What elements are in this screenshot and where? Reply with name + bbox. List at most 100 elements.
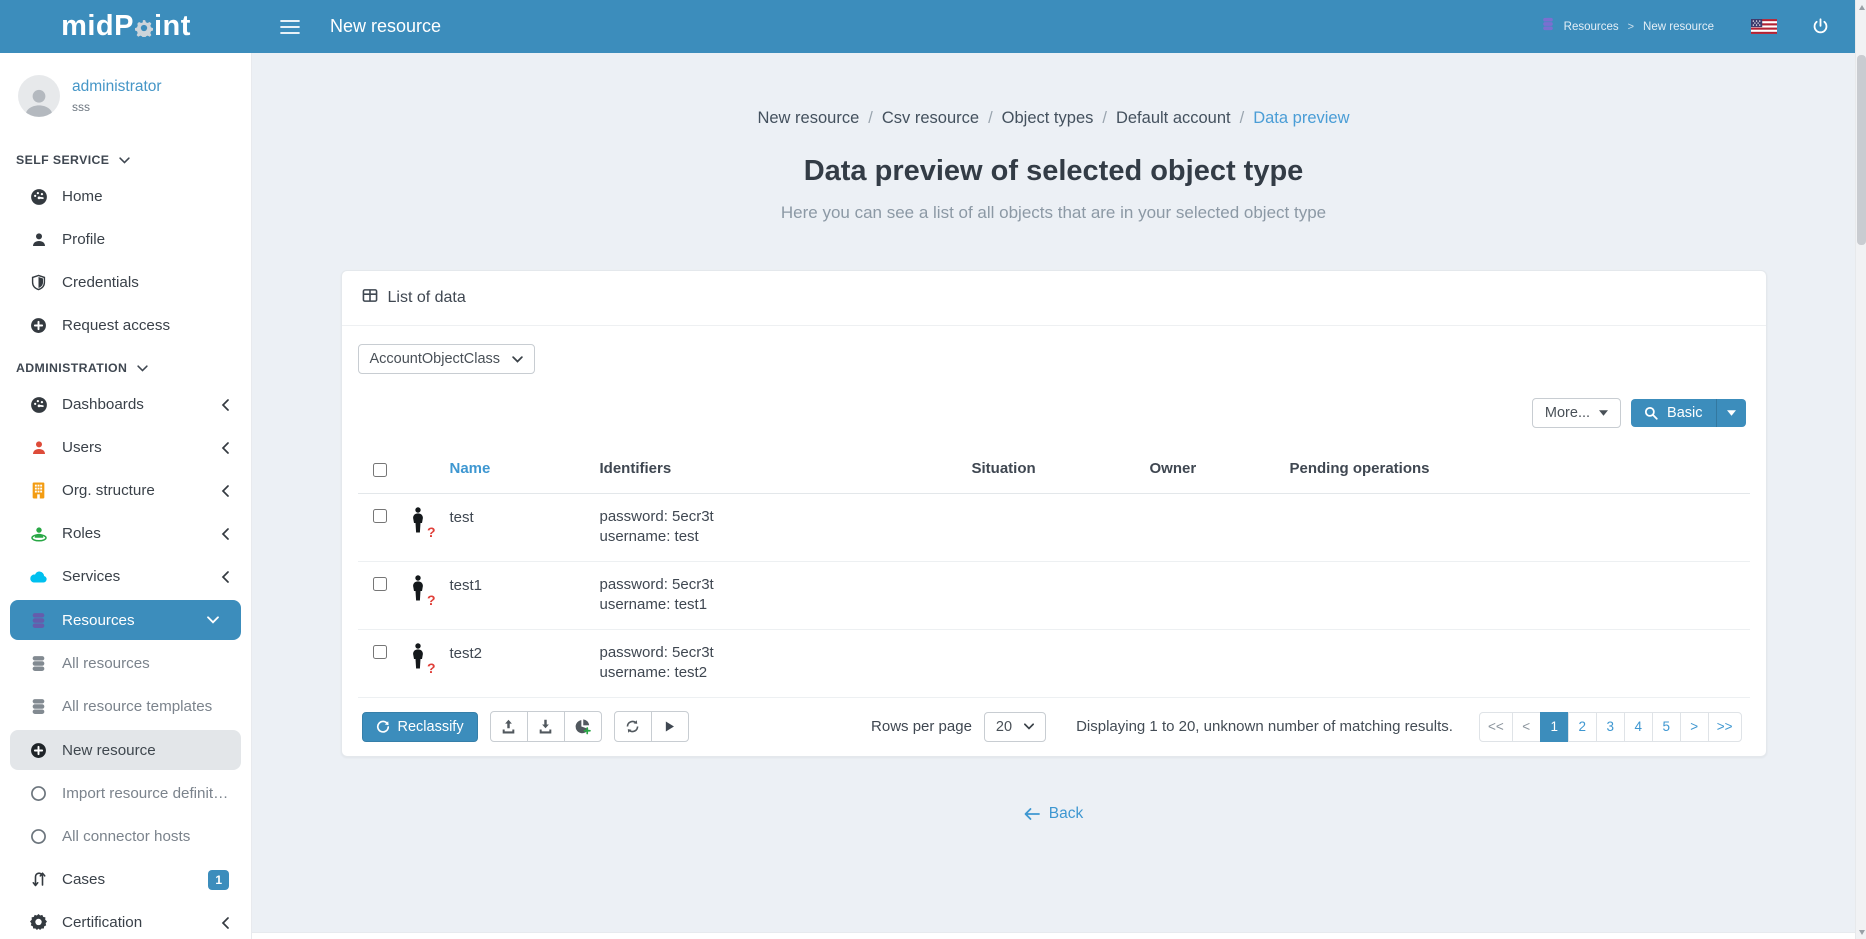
upload-button[interactable] bbox=[490, 711, 528, 742]
refresh-button[interactable] bbox=[614, 711, 652, 742]
chevron-left-icon bbox=[221, 571, 229, 583]
column-header-identifiers: Identifiers bbox=[600, 460, 972, 477]
sidebar-item-roles[interactable]: Roles bbox=[0, 512, 251, 555]
identifier-username: username: test1 bbox=[600, 595, 972, 615]
wizard-step-new-resource[interactable]: New resource bbox=[757, 109, 859, 128]
play-button[interactable] bbox=[651, 711, 689, 742]
page-next-button[interactable]: > bbox=[1680, 712, 1709, 742]
row-checkbox[interactable] bbox=[373, 577, 387, 591]
sidebar-item-import-resource-definition[interactable]: Import resource definit… bbox=[0, 772, 251, 815]
table-icon bbox=[362, 288, 378, 308]
row-checkbox[interactable] bbox=[373, 645, 387, 659]
locale-flag-us-icon[interactable] bbox=[1751, 19, 1777, 34]
rotate-refresh-icon bbox=[376, 720, 390, 734]
menu-toggle-button[interactable] bbox=[280, 19, 300, 35]
sidebar-item-new-resource[interactable]: New resource bbox=[10, 730, 241, 770]
row-identifiers: password: 5ecr3t username: test1 bbox=[600, 575, 972, 615]
more-filters-button[interactable]: More... bbox=[1532, 398, 1621, 428]
upload-icon bbox=[501, 719, 516, 734]
midpoint-app: midP int New resource Resources > New re… bbox=[0, 0, 1866, 939]
scrollbar-down-arrow[interactable] bbox=[1856, 925, 1866, 939]
refresh-button-group bbox=[614, 711, 689, 742]
basic-search-button[interactable]: Basic bbox=[1631, 399, 1715, 427]
hamburger-icon bbox=[280, 19, 300, 35]
scrollbar-thumb[interactable] bbox=[1857, 55, 1866, 245]
sidebar-item-all-connector-hosts[interactable]: All connector hosts bbox=[0, 815, 251, 858]
sidebar-item-certification[interactable]: Certification bbox=[0, 901, 251, 939]
sidebar-item-cases[interactable]: Cases 1 bbox=[0, 858, 251, 901]
chevron-down-icon bbox=[512, 356, 523, 363]
create-report-button[interactable] bbox=[564, 711, 602, 742]
sidebar-item-all-resources[interactable]: All resources bbox=[0, 642, 251, 685]
scrollbar-up-arrow[interactable] bbox=[1856, 0, 1866, 14]
row-name-link[interactable]: test1 bbox=[450, 575, 600, 594]
wizard-step-default-account[interactable]: Default account bbox=[1116, 109, 1231, 128]
select-all-checkbox[interactable] bbox=[373, 463, 387, 477]
section-administration[interactable]: ADMINISTRATION bbox=[0, 347, 251, 383]
topbar-page-title: New resource bbox=[330, 16, 441, 37]
search-icon bbox=[1644, 406, 1658, 420]
chevron-down-icon bbox=[137, 365, 148, 372]
page-2-button[interactable]: 2 bbox=[1568, 712, 1597, 742]
page-last-button[interactable]: >> bbox=[1708, 712, 1742, 742]
logo-text-suffix: int bbox=[154, 10, 191, 43]
breadcrumb-current-page[interactable]: New resource bbox=[1643, 21, 1714, 33]
page-4-button[interactable]: 4 bbox=[1624, 712, 1653, 742]
identifier-password: password: 5ecr3t bbox=[600, 507, 972, 527]
reclassify-button[interactable]: Reclassify bbox=[362, 712, 478, 742]
app-logo[interactable]: midP int bbox=[0, 0, 252, 53]
page-3-button[interactable]: 3 bbox=[1596, 712, 1625, 742]
logo-text-prefix: midP bbox=[61, 10, 134, 43]
section-self-service[interactable]: SELF SERVICE bbox=[0, 123, 251, 175]
row-name-link[interactable]: test2 bbox=[450, 643, 600, 662]
rows-per-page-value: 20 bbox=[996, 719, 1012, 735]
account-shadow-icon: ? bbox=[408, 575, 432, 605]
sidebar-item-profile[interactable]: Profile bbox=[0, 218, 251, 261]
logout-power-icon[interactable] bbox=[1812, 18, 1829, 35]
account-shadow-icon: ? bbox=[408, 507, 432, 537]
sync-icon bbox=[625, 719, 640, 734]
column-header-name[interactable]: Name bbox=[450, 460, 600, 477]
wizard-step-data-preview[interactable]: Data preview bbox=[1253, 109, 1349, 128]
breadcrumb-resources-link[interactable]: Resources bbox=[1564, 21, 1619, 33]
column-header-situation: Situation bbox=[972, 460, 1150, 477]
row-name-link[interactable]: test bbox=[450, 507, 600, 526]
chevron-left-icon bbox=[221, 917, 229, 929]
sidebar-item-users[interactable]: Users bbox=[0, 426, 251, 469]
reclassify-label: Reclassify bbox=[398, 719, 464, 735]
user-icon bbox=[28, 232, 49, 248]
chevron-down-icon bbox=[1024, 723, 1034, 730]
sidebar-item-home[interactable]: Home bbox=[0, 175, 251, 218]
sidebar-item-dashboards[interactable]: Dashboards bbox=[0, 383, 251, 426]
sidebar-item-resources[interactable]: Resources bbox=[10, 600, 241, 640]
wizard-step-object-types[interactable]: Object types bbox=[1002, 109, 1094, 128]
sidebar-item-all-resource-templates[interactable]: All resource templates bbox=[0, 685, 251, 728]
row-checkbox[interactable] bbox=[373, 509, 387, 523]
page-first-button[interactable]: << bbox=[1479, 712, 1513, 742]
page-prev-button[interactable]: < bbox=[1512, 712, 1541, 742]
section-label: ADMINISTRATION bbox=[16, 361, 127, 375]
basic-search-split-button[interactable]: Basic bbox=[1631, 399, 1745, 427]
rows-per-page-select[interactable]: 20 bbox=[984, 712, 1046, 742]
page-1-button[interactable]: 1 bbox=[1540, 712, 1569, 742]
search-mode-caret[interactable] bbox=[1716, 399, 1746, 427]
sidebar-item-request-access[interactable]: Request access bbox=[0, 304, 251, 347]
sidebar-item-label: Certification bbox=[62, 914, 142, 931]
avatar[interactable] bbox=[18, 75, 60, 117]
wizard-step-csv-resource[interactable]: Csv resource bbox=[882, 109, 979, 128]
sidebar-item-label: Cases bbox=[62, 871, 105, 888]
page-5-button[interactable]: 5 bbox=[1652, 712, 1681, 742]
sidebar-item-credentials[interactable]: Credentials bbox=[0, 261, 251, 304]
sidebar-item-services[interactable]: Services bbox=[0, 555, 251, 598]
more-button-label: More... bbox=[1545, 405, 1590, 421]
user-name-link[interactable]: administrator bbox=[72, 78, 162, 96]
page-scrollbar[interactable] bbox=[1855, 0, 1866, 939]
sidebar-item-org-structure[interactable]: Org. structure bbox=[0, 469, 251, 512]
row-identifiers: password: 5ecr3t username: test bbox=[600, 507, 972, 547]
pie-chart-plus-icon bbox=[574, 718, 591, 735]
back-button[interactable]: Back bbox=[1024, 805, 1083, 823]
download-button[interactable] bbox=[527, 711, 565, 742]
sidebar-item-label: Profile bbox=[62, 231, 105, 248]
column-header-owner: Owner bbox=[1150, 460, 1290, 477]
object-class-select[interactable]: AccountObjectClass bbox=[358, 344, 536, 374]
